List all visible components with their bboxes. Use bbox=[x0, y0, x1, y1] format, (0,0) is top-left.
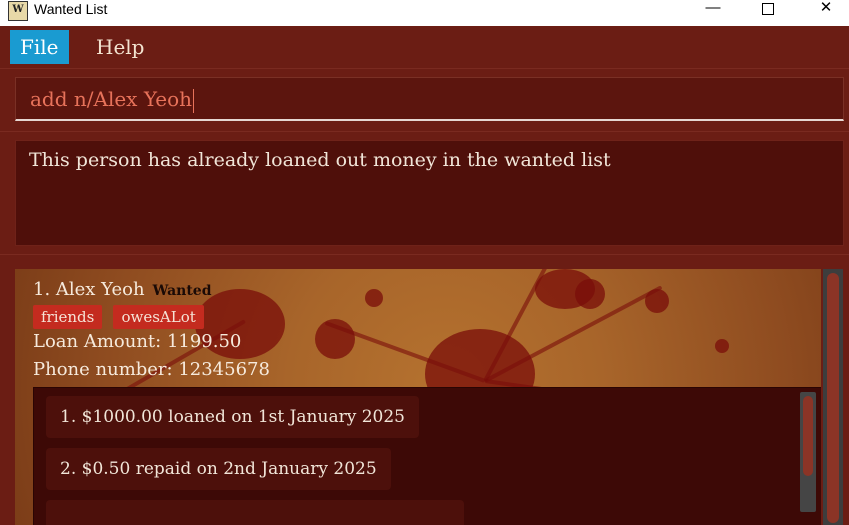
command-box-container: add n/Alex Yeoh bbox=[0, 69, 849, 132]
tag-chip: friends bbox=[33, 305, 103, 329]
maximize-button[interactable] bbox=[745, 0, 791, 18]
transaction-item[interactable]: 1. $1000.00 loaned on 1st January 2025 bbox=[46, 396, 419, 438]
close-icon: ✕ bbox=[819, 0, 833, 16]
menu-help[interactable]: Help bbox=[86, 30, 154, 64]
person-card[interactable]: 1. Alex Yeoh Wanted friends owesALot Loan… bbox=[15, 269, 821, 525]
transaction-scrollbar[interactable] bbox=[800, 392, 816, 512]
person-list-scrollbar-thumb[interactable] bbox=[827, 273, 839, 523]
app-icon: W bbox=[8, 1, 28, 21]
tag-chip: owesALot bbox=[113, 305, 204, 329]
person-name: 1. Alex Yeoh Wanted bbox=[33, 279, 212, 300]
phone-number: Phone number: 12345678 bbox=[33, 359, 270, 380]
result-display-container: This person has already loaned out money… bbox=[0, 132, 849, 255]
person-list-panel: 1. Alex Yeoh Wanted friends owesALot Loan… bbox=[0, 255, 849, 525]
person-list-scrollbar[interactable] bbox=[823, 269, 843, 525]
command-input[interactable]: add n/Alex Yeoh bbox=[15, 77, 844, 121]
transaction-list: 1. $1000.00 loaned on 1st January 2025 2… bbox=[33, 387, 821, 525]
minimize-icon: — bbox=[705, 0, 721, 16]
menu-bar: File Help bbox=[0, 26, 849, 69]
menu-file[interactable]: File bbox=[10, 30, 69, 64]
loan-amount: Loan Amount: 1199.50 bbox=[33, 331, 242, 352]
result-message: This person has already loaned out money… bbox=[29, 149, 611, 171]
tag-list: friends owesALot bbox=[33, 305, 210, 329]
transaction-item-partial[interactable] bbox=[46, 500, 464, 525]
close-button[interactable]: ✕ bbox=[803, 0, 849, 18]
minimize-button[interactable]: — bbox=[690, 0, 736, 18]
text-caret bbox=[193, 88, 195, 113]
person-index-name: 1. Alex Yeoh bbox=[33, 279, 145, 300]
result-display: This person has already loaned out money… bbox=[15, 140, 844, 246]
wanted-status: Wanted bbox=[152, 283, 212, 299]
transaction-scrollbar-thumb[interactable] bbox=[803, 396, 813, 476]
window-title-bar: W Wanted List — ✕ bbox=[0, 0, 849, 26]
command-text: add n/Alex Yeoh bbox=[30, 87, 193, 111]
transaction-item[interactable]: 2. $0.50 repaid on 2nd January 2025 bbox=[46, 448, 391, 490]
maximize-icon bbox=[762, 3, 774, 15]
blood-splatter-decoration bbox=[715, 339, 729, 353]
blood-splatter-decoration bbox=[365, 289, 383, 307]
window-title: Wanted List bbox=[34, 1, 108, 17]
blood-splatter-decoration bbox=[535, 269, 595, 309]
